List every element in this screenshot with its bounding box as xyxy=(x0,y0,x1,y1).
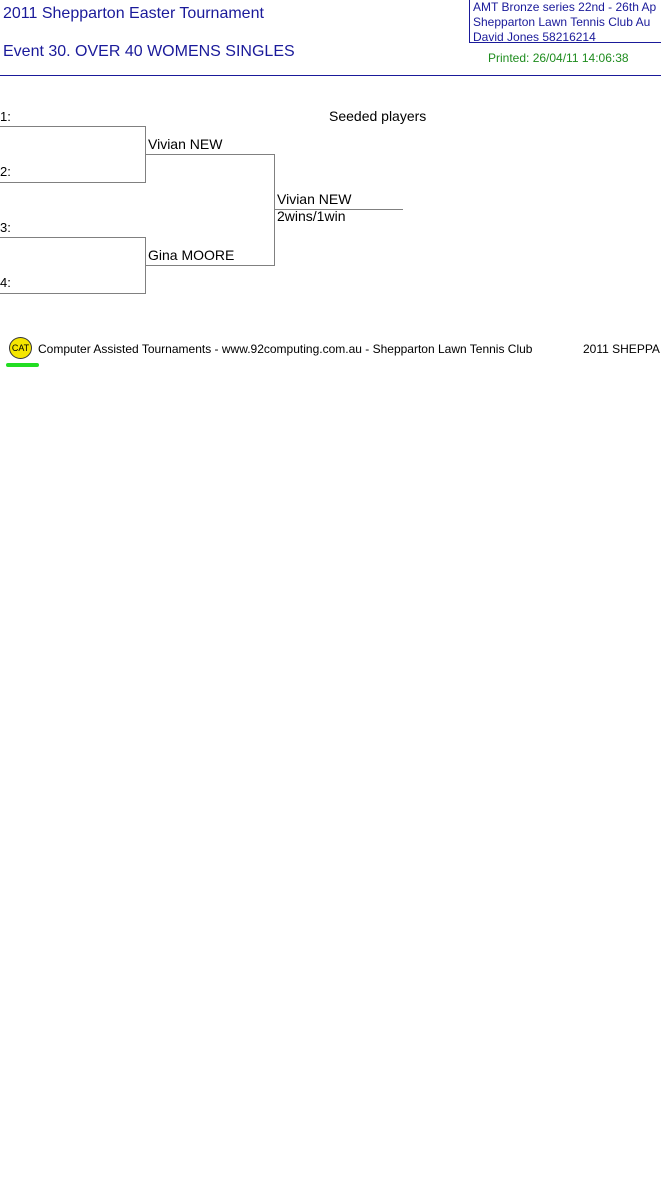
bracket-line-pos2 xyxy=(0,182,146,183)
tournament-info-box: AMT Bronze series 22nd - 26th Ap Sheppar… xyxy=(469,0,661,43)
draw-position-4: 4: xyxy=(0,275,11,290)
tournament-title: 2011 Shepparton Easter Tournament xyxy=(3,5,264,22)
info-club: Shepparton Lawn Tennis Club Au xyxy=(473,15,651,29)
final-winner: Vivian NEW xyxy=(277,191,352,207)
seeded-players-label: Seeded players xyxy=(329,108,427,124)
footer-credit: Computer Assisted Tournaments - www.92co… xyxy=(38,342,533,356)
draw-position-2: 2: xyxy=(0,164,11,179)
final-score: 2wins/1win xyxy=(277,208,346,224)
bracket-line-round2-bottom xyxy=(145,265,275,266)
bracket-line-pos1 xyxy=(0,126,146,127)
round2-player-top: Vivian NEW xyxy=(148,136,223,152)
cat-logo: CAT xyxy=(9,337,32,359)
round2-player-bottom: Gina MOORE xyxy=(148,247,235,263)
info-contact: David Jones 58216214 xyxy=(473,30,596,43)
draw-position-3: 3: xyxy=(0,220,11,235)
printed-timestamp: Printed: 26/04/11 14:06:38 xyxy=(488,51,629,65)
header-divider xyxy=(0,75,661,76)
event-title: Event 30. OVER 40 WOMENS SINGLES xyxy=(3,43,295,60)
cat-logo-underline xyxy=(6,363,39,367)
bracket-line-round2-top xyxy=(145,154,275,155)
bracket-line-pos3 xyxy=(0,237,146,238)
bracket-line-pos4 xyxy=(0,293,146,294)
footer-event-code: 2011 SHEPPA xyxy=(583,342,660,356)
draw-position-1: 1: xyxy=(0,109,11,124)
info-series: AMT Bronze series 22nd - 26th Ap xyxy=(473,0,657,14)
